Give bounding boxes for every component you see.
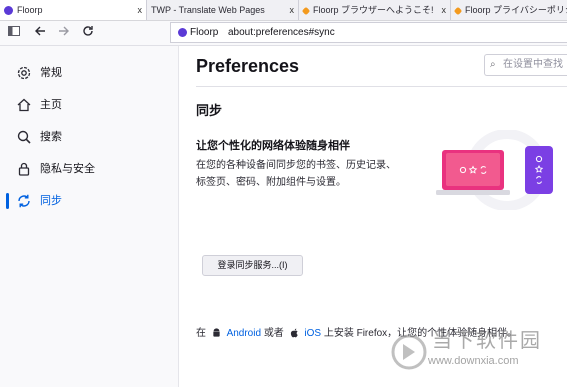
close-tab-icon[interactable]: x (290, 0, 295, 20)
apple-icon (290, 329, 298, 338)
section-title: 同步 (196, 103, 223, 118)
sync-description-line: 在您的各种设备间同步您的书签、历史记录、 (196, 160, 396, 171)
sidebar-item-search[interactable]: 搜索 (10, 124, 170, 150)
watermark: 当下软件园 www.downxia.com (384, 318, 567, 387)
sync-illustration (436, 130, 553, 210)
search-placeholder: 在设置中查找 (503, 59, 563, 70)
android-link[interactable]: Android (227, 328, 261, 339)
reload-icon (83, 26, 93, 36)
footer-or: 或者 (263, 328, 284, 339)
url-text[interactable]: about:preferences#sync (228, 23, 335, 42)
sync-icon (18, 194, 30, 208)
tab-strip: Floorp x TWP - Translate Web Pages x Flo… (0, 0, 567, 21)
reload-button[interactable] (79, 24, 97, 42)
identity-label: Floorp (190, 27, 219, 38)
address-bar[interactable]: Floorp about:preferences#sync (170, 22, 567, 43)
sync-heading: 让您个性化的网络体验随身相伴 (196, 140, 350, 152)
floorp-orange-logo-icon (301, 6, 311, 15)
tab-floorp-welcome[interactable]: Floorp ブラウザーへようこそ! x (299, 0, 451, 20)
close-tab-icon[interactable]: x (442, 0, 447, 20)
ios-link[interactable]: iOS (304, 328, 321, 339)
home-icon (17, 98, 31, 112)
preferences-sidebar: 常规 主页 搜索 隐私与安全 同步 (0, 46, 179, 387)
lock-icon (18, 162, 30, 176)
preferences-search-input[interactable]: ⌕ 在设置中查找 (484, 54, 567, 76)
sidebar-item-label: 隐私与安全 (40, 163, 95, 175)
tab-title: Floorp プライバシーポリシー (465, 5, 567, 15)
tab-title: TWP - Translate Web Pages (151, 5, 265, 15)
page-title: Preferences (196, 56, 300, 76)
floorp-logo-icon (178, 27, 187, 37)
watermark-url: www.downxia.com (428, 355, 519, 367)
watermark-logo-icon (391, 334, 427, 370)
tab-floorp[interactable]: Floorp x (0, 0, 147, 20)
sidebar-item-label: 搜索 (40, 131, 62, 143)
footer-prefix: 在 (196, 328, 206, 339)
tab-title: Floorp (17, 5, 43, 15)
floorp-logo-icon (4, 6, 13, 16)
tab-twp[interactable]: TWP - Translate Web Pages x (147, 0, 299, 20)
sign-in-sync-button[interactable]: 登录同步服务...(I) (202, 255, 303, 276)
navigation-toolbar: Floorp about:preferences#sync (0, 21, 567, 46)
sidebar-item-home[interactable]: 主页 (10, 92, 170, 118)
sidebar-item-general[interactable]: 常规 (10, 60, 170, 86)
gear-icon (17, 66, 31, 80)
android-icon (213, 328, 220, 337)
identity-box: Floorp (178, 23, 218, 42)
back-button[interactable] (31, 24, 49, 42)
arrow-left-icon (35, 26, 45, 36)
sidebar-item-sync[interactable]: 同步 (6, 188, 170, 214)
sidebar-item-privacy[interactable]: 隐私与安全 (10, 156, 170, 182)
sidebar-item-label: 同步 (40, 195, 62, 207)
search-icon (17, 130, 31, 144)
sync-description-line: 标签页、密码、附加组件与设置。 (196, 177, 346, 188)
sidebar-item-label: 常规 (40, 67, 62, 79)
arrow-right-icon (59, 26, 69, 36)
watermark-text: 当下软件园 (432, 328, 542, 352)
sidebar-toggle-icon[interactable] (5, 24, 23, 42)
forward-button[interactable] (55, 24, 73, 42)
floorp-orange-logo-icon (453, 6, 463, 15)
tab-title: Floorp ブラウザーへようこそ! (313, 5, 434, 15)
search-icon: ⌕ (490, 59, 496, 70)
sidebar-item-label: 主页 (40, 99, 62, 111)
divider (196, 86, 567, 87)
close-tab-icon[interactable]: x (138, 0, 143, 20)
sync-description: 在您的各种设备间同步您的书签、历史记录、 标签页、密码、附加组件与设置。 (196, 157, 406, 191)
tab-floorp-privacy[interactable]: Floorp プライバシーポリシー (451, 0, 567, 20)
